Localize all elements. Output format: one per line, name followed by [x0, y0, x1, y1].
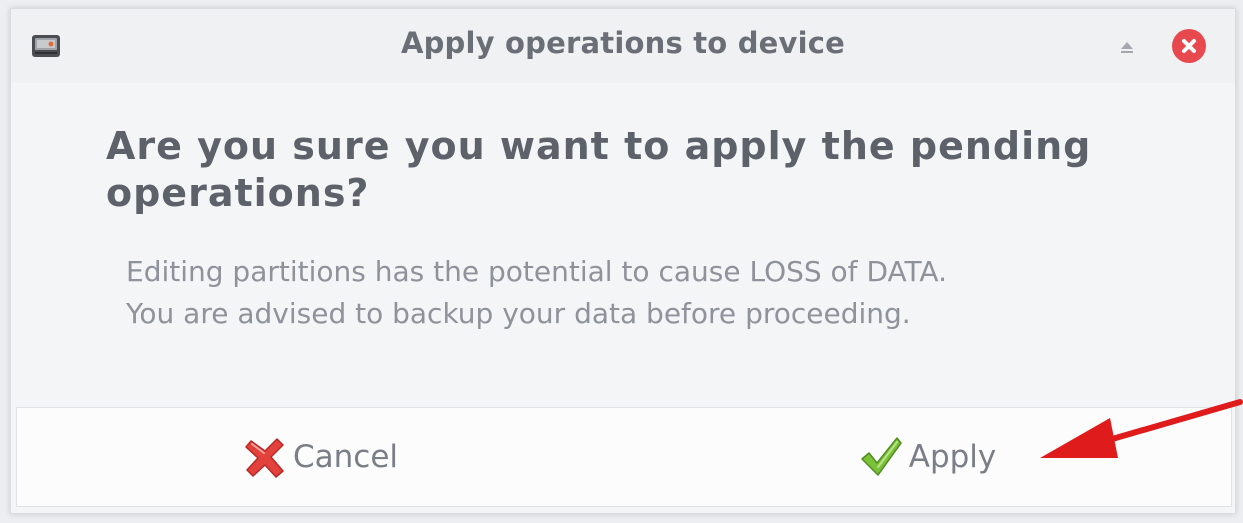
- dialog-heading: Are you sure you want to apply the pendi…: [106, 124, 1092, 215]
- cancel-label: Cancel: [292, 439, 399, 475]
- window-title: Apply operations to device: [400, 26, 846, 60]
- message-line-1: Editing partitions has the potential to …: [126, 255, 947, 288]
- dialog-window: Apply operations to device Are you sure …: [10, 8, 1236, 514]
- close-icon: [1182, 39, 1196, 53]
- title-bar[interactable]: Apply operations to device: [11, 9, 1235, 83]
- apply-label: Apply: [908, 439, 997, 475]
- green-check-icon: [860, 437, 902, 476]
- button-bar: Cancel Apply: [16, 407, 1232, 507]
- cancel-button[interactable]: Cancel: [17, 408, 624, 506]
- eject-icon[interactable]: [1117, 39, 1137, 55]
- dialog-message: Editing partitions has the potential to …: [126, 251, 1176, 335]
- apply-button[interactable]: Apply: [624, 408, 1231, 506]
- close-button[interactable]: [1172, 29, 1206, 63]
- message-line-2: You are advised to backup your data befo…: [126, 297, 911, 330]
- red-x-icon: [245, 438, 284, 478]
